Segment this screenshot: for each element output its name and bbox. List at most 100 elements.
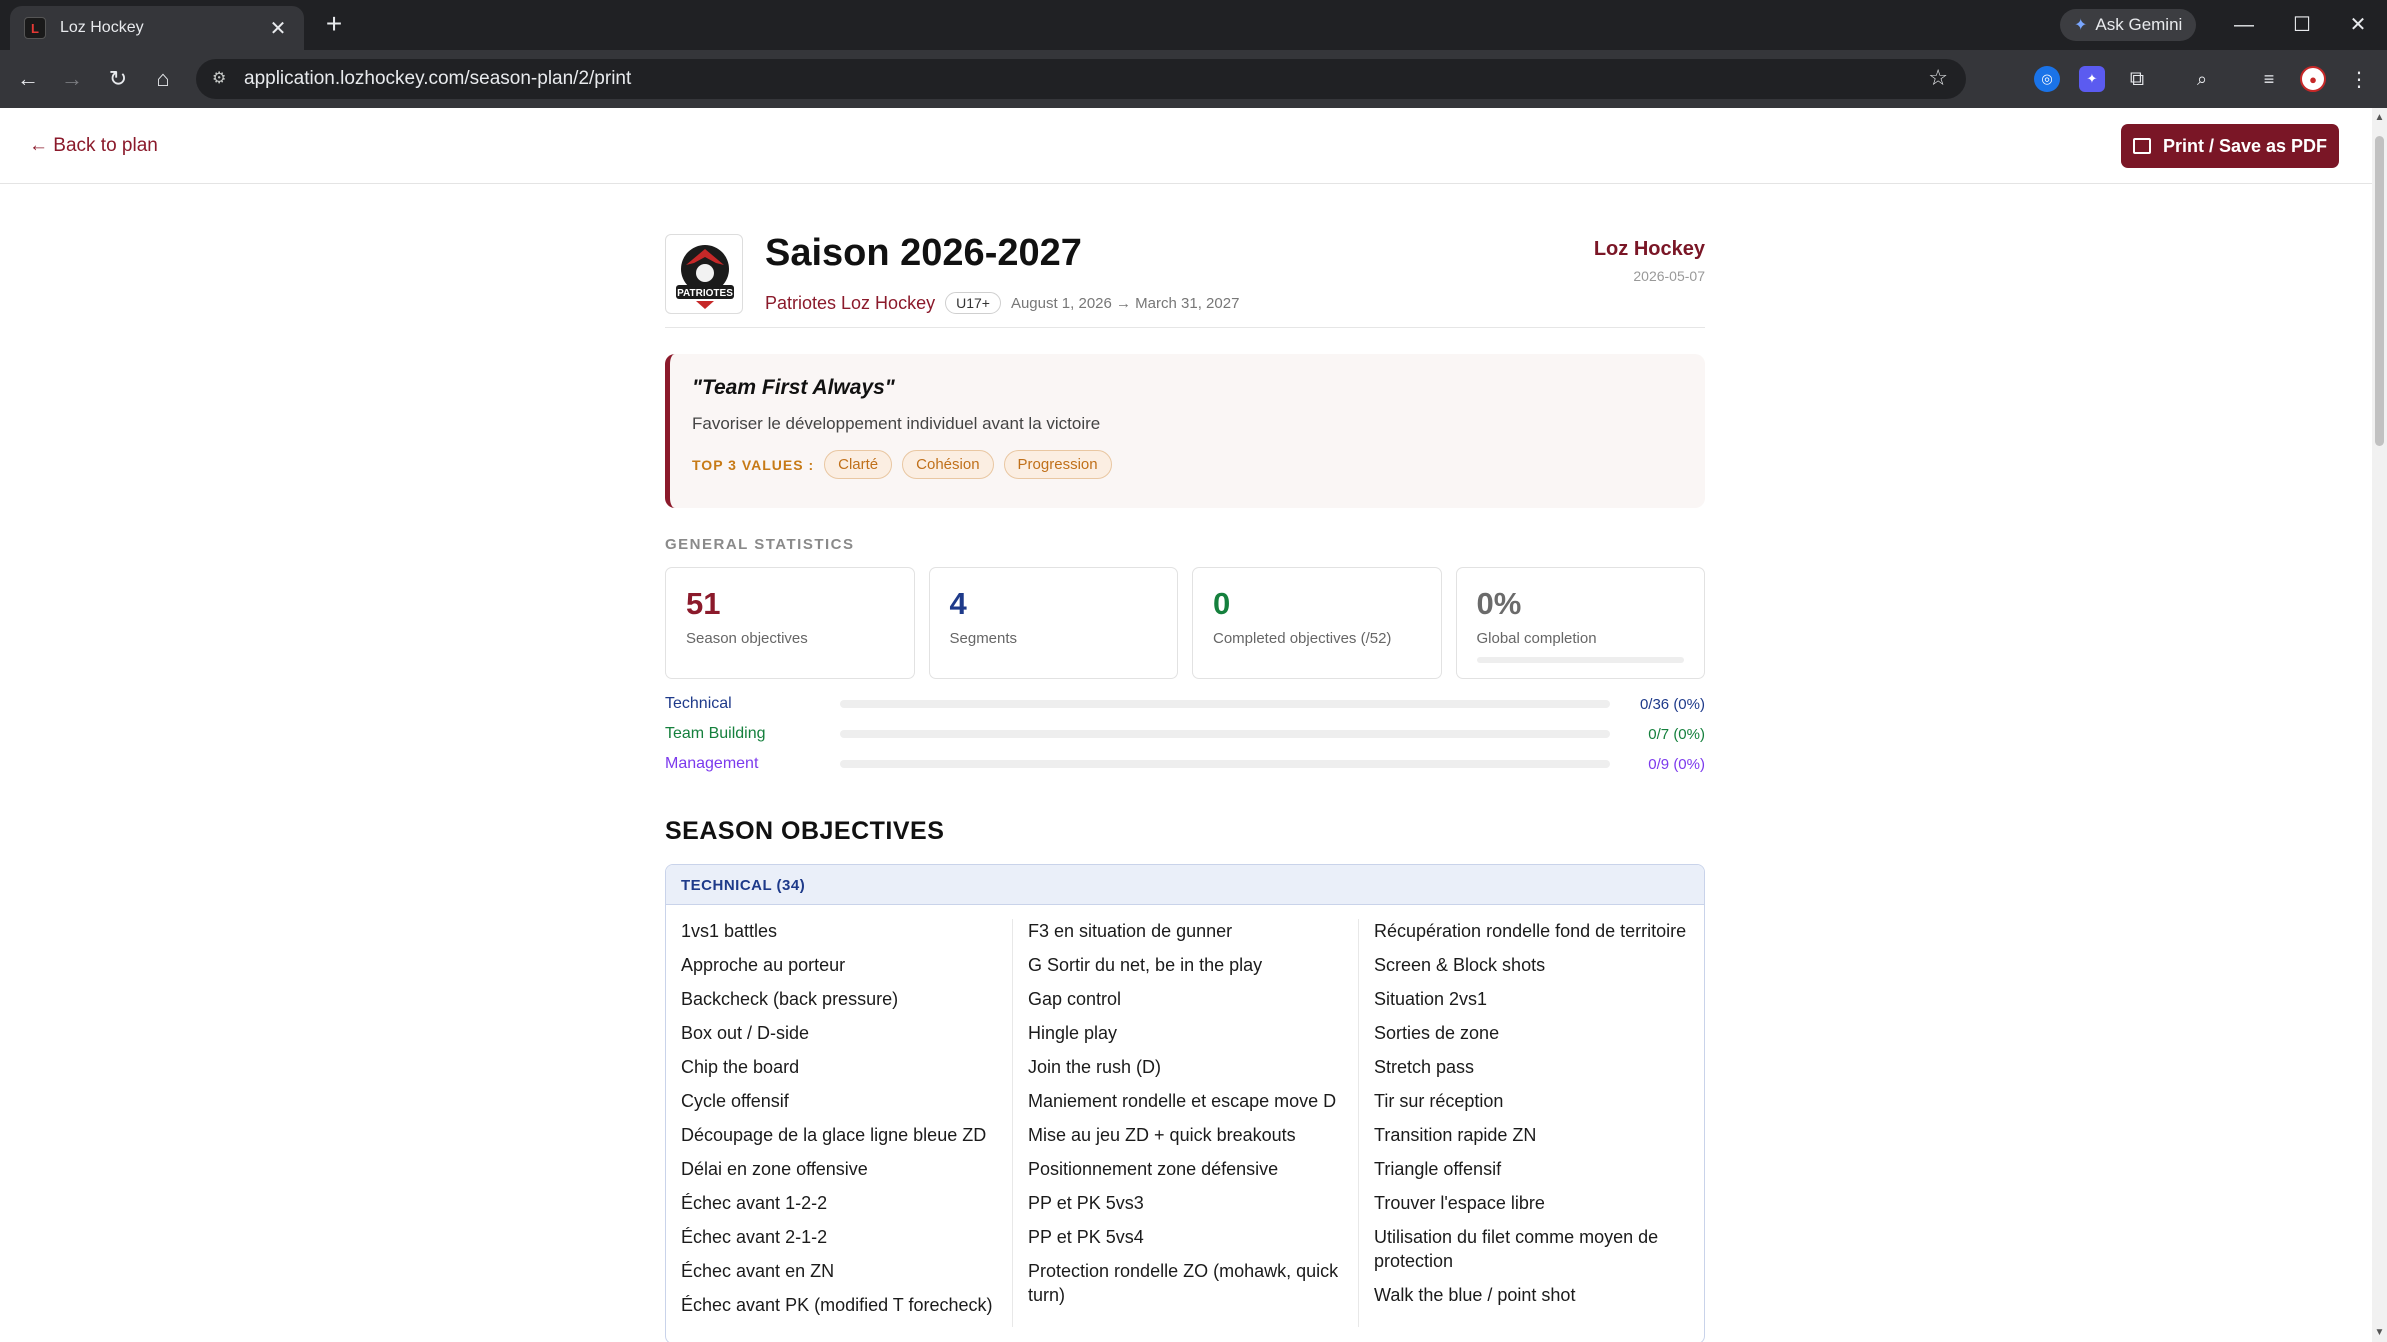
value-chip: Progression (1003, 450, 1112, 479)
extension-2-icon[interactable]: ✦ (2079, 66, 2105, 92)
stats-cards: 51 Season objectives 4 Segments 0 Comple… (665, 567, 1705, 679)
tab-search-icon[interactable]: ⌕ (2189, 66, 2215, 92)
browser-tabbar: L Loz Hockey ✕ + ✦ Ask Gemini — ☐ ✕ (0, 0, 2387, 50)
stat-label: Segments (949, 630, 1018, 647)
stat-global-completion: 0% Global completion (1455, 567, 1705, 679)
objective-item: Sorties de zone (1374, 1023, 1500, 1043)
objective-item: Protection rondelle ZO (mohawk, quick tu… (1028, 1261, 1339, 1305)
stat-value: 0 (1213, 586, 1231, 621)
season-plan-sheet: PATRIOTES Saison 2026-2027 Patriotes Loz… (665, 228, 1705, 1342)
season-dates: August 1, 2026 → March 31, 2027 (1010, 294, 1240, 312)
objective-item: Maniement rondelle et escape move D (1028, 1091, 1337, 1111)
objective-item: Box out / D-side (681, 1023, 810, 1043)
category-progress-bar (840, 730, 1610, 738)
generated-date: 2026-05-07 (1633, 268, 1705, 284)
category-value: 0/9 (0%) (1648, 755, 1705, 773)
print-page: ← Back to plan Print / Save as PDF PATRI… (0, 108, 2372, 1342)
motto-description: Favoriser le développement individuel av… (692, 414, 1101, 433)
objective-item: Chip the board (681, 1057, 800, 1077)
motto-title: "Team First Always" (692, 376, 895, 399)
objective-item: Échec avant 2-1-2 (681, 1227, 828, 1247)
technical-objectives-header: TECHNICAL (34) (666, 865, 1704, 905)
ask-gemini-label: Ask Gemini (2095, 15, 2183, 34)
category-progress-list: Technical 0/36 (0%) Team Building 0/7 (0… (665, 689, 1705, 779)
objectives-column-1: 1vs1 battles Approche au porteur Backcheck… (666, 919, 1012, 1327)
general-statistics-heading: GENERAL STATISTICS (665, 536, 855, 553)
objective-item: Hingle play (1028, 1023, 1118, 1043)
scroll-thumb[interactable] (2375, 136, 2384, 446)
address-bar[interactable]: ⚙ application.lozhockey.com/season-plan/… (196, 59, 1966, 99)
media-controls-icon[interactable]: ≡ (2256, 66, 2282, 92)
objectives-column-2: F3 en situation de gunner G Sortir du net… (1012, 919, 1358, 1327)
category-progress-technical: Technical 0/36 (0%) (665, 689, 1705, 719)
ask-gemini-button[interactable]: ✦ Ask Gemini (2060, 9, 2197, 41)
team-motto-card: "Team First Always" Favoriser le dévelop… (665, 354, 1705, 508)
category-name: Technical (665, 695, 732, 712)
objective-item: Délai en zone offensive (681, 1159, 868, 1179)
print-save-pdf-button[interactable]: Print / Save as PDF (2121, 124, 2339, 168)
objective-item: Join the rush (D) (1028, 1057, 1162, 1077)
objective-item: Cycle offensif (681, 1091, 789, 1111)
forward-arrow-icon[interactable]: → (56, 63, 88, 95)
browser-toolbar: ← → ↻ ⌂ ⚙ application.lozhockey.com/seas… (0, 50, 2387, 108)
scroll-down-icon[interactable]: ▼ (2374, 1327, 2385, 1338)
back-arrow-icon[interactable]: ← (12, 63, 44, 95)
stat-segments: 4 Segments (928, 567, 1178, 679)
objective-item: Screen & Block shots (1374, 955, 1546, 975)
objective-item: Échec avant PK (modified T forecheck) (681, 1295, 993, 1315)
plan-header: PATRIOTES Saison 2026-2027 Patriotes Loz… (665, 228, 1705, 328)
global-completion-bar (1476, 657, 1684, 663)
back-to-plan-link[interactable]: ← Back to plan (29, 135, 158, 157)
stat-value: 4 (949, 586, 967, 621)
home-icon[interactable]: ⌂ (147, 63, 179, 95)
maximize-icon[interactable]: ☐ (2282, 8, 2322, 42)
tab-close-icon[interactable]: ✕ (266, 16, 290, 41)
objective-item: Tir sur réception (1374, 1091, 1504, 1111)
objective-item: Backcheck (back pressure) (681, 989, 899, 1009)
objective-item: Walk the blue / point shot (1374, 1285, 1576, 1305)
objective-item: Découpage de la glace ligne bleue ZD (681, 1125, 987, 1145)
window-close-icon[interactable]: ✕ (2338, 8, 2378, 42)
extension-1-icon[interactable]: ◎ (2034, 66, 2060, 92)
tab-favicon-icon: L (24, 17, 46, 39)
stat-value: 51 (686, 586, 721, 621)
objective-item: Positionnement zone défensive (1028, 1159, 1279, 1179)
objective-item: PP et PK 5vs3 (1028, 1193, 1144, 1213)
scroll-up-icon[interactable]: ▲ (2374, 112, 2385, 123)
browser-menu-icon[interactable]: ⋮ (2346, 66, 2372, 92)
objective-item: Gap control (1028, 989, 1122, 1009)
minimize-icon[interactable]: — (2224, 8, 2264, 42)
value-chip: Cohésion (902, 450, 994, 479)
category-value: 0/7 (0%) (1648, 725, 1705, 743)
objective-item: Approche au porteur (681, 955, 846, 975)
stat-season-objectives: 51 Season objectives (665, 567, 915, 679)
new-tab-button[interactable]: + (318, 8, 350, 40)
site-info-icon[interactable]: ⚙ (212, 69, 232, 89)
category-progress-bar (840, 700, 1610, 708)
values-label: TOP 3 VALUES : (692, 456, 815, 473)
objectives-column-3: Récupération rondelle fond de territoire… (1358, 919, 1704, 1327)
printer-icon (2132, 138, 2151, 154)
reload-icon[interactable]: ↻ (102, 63, 134, 95)
stat-label: Season objectives (686, 630, 808, 647)
category-name: Team Building (665, 725, 766, 742)
stat-value: 0% (1476, 586, 1522, 621)
category-progress-management: Management 0/9 (0%) (665, 749, 1705, 779)
bookmark-star-icon[interactable]: ☆ (1928, 65, 1948, 91)
stat-completed-objectives: 0 Completed objectives (/52) (1192, 567, 1442, 679)
browser-tab[interactable]: L Loz Hockey ✕ (10, 6, 304, 50)
club-name: Loz Hockey (1593, 238, 1705, 260)
page-scrollbar[interactable]: ▲ ▼ (2372, 108, 2387, 1342)
objective-item: Stretch pass (1374, 1057, 1475, 1077)
profile-avatar[interactable]: ● (2300, 66, 2326, 92)
stat-label: Completed objectives (/52) (1213, 630, 1392, 647)
extensions-puzzle-icon[interactable]: ⧉ (2124, 66, 2150, 92)
objective-item: Situation 2vs1 (1374, 989, 1488, 1009)
top-values: TOP 3 VALUES : Clarté Cohésion Progressi… (692, 450, 1683, 479)
logo-text: PATRIOTES (677, 288, 733, 299)
objective-item: F3 en situation de gunner (1028, 921, 1233, 941)
objective-item: G Sortir du net, be in the play (1028, 955, 1263, 975)
objective-item: Récupération rondelle fond de territoire (1374, 921, 1687, 941)
objective-item: Trouver l'espace libre (1374, 1193, 1545, 1213)
print-button-label: Print / Save as PDF (2162, 135, 2328, 156)
